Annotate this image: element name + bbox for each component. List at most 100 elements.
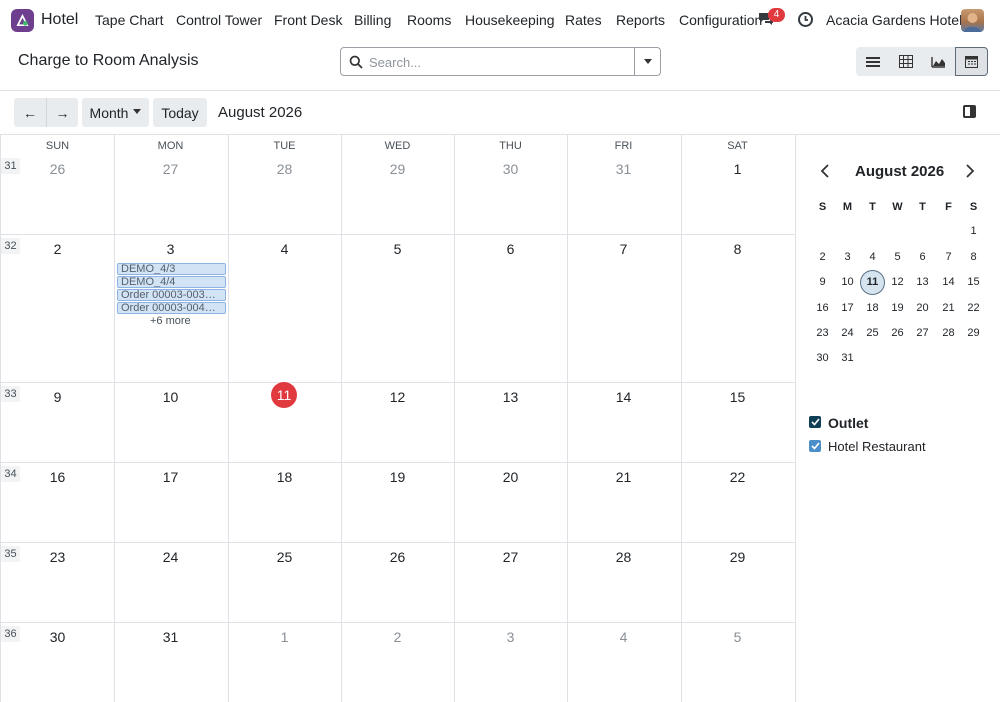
- day-number[interactable]: 16: [1, 469, 114, 485]
- menu-front-desk[interactable]: Front Desk: [274, 12, 342, 28]
- mini-day[interactable]: 27: [910, 327, 935, 339]
- mini-day[interactable]: 17: [835, 302, 860, 314]
- menu-billing[interactable]: Billing: [354, 12, 391, 28]
- mini-day[interactable]: 25: [860, 327, 885, 339]
- graph-view-button[interactable]: [922, 47, 955, 76]
- mini-day[interactable]: 26: [885, 327, 910, 339]
- day-number[interactable]: 3: [454, 629, 567, 645]
- filter-outlet-checkbox[interactable]: [809, 416, 821, 428]
- day-number[interactable]: 30: [454, 161, 567, 177]
- search-options-toggle[interactable]: [634, 48, 660, 75]
- day-number[interactable]: 19: [341, 469, 454, 485]
- mini-day[interactable]: 20: [910, 302, 935, 314]
- day-number[interactable]: 28: [567, 549, 680, 565]
- mini-day[interactable]: 29: [961, 327, 986, 339]
- search-input[interactable]: [369, 53, 629, 71]
- activity-clock-icon[interactable]: [797, 11, 814, 28]
- mini-day[interactable]: 11: [860, 276, 885, 288]
- day-number[interactable]: 13: [454, 389, 567, 405]
- day-number[interactable]: 18: [228, 469, 341, 485]
- mini-day[interactable]: 2: [810, 251, 835, 263]
- day-number[interactable]: 22: [681, 469, 794, 485]
- day-number[interactable]: 26: [341, 549, 454, 565]
- day-number[interactable]: 6: [454, 241, 567, 257]
- day-number[interactable]: 4: [228, 241, 341, 257]
- day-number[interactable]: 25: [228, 549, 341, 565]
- mini-day[interactable]: 5: [885, 251, 910, 263]
- day-number[interactable]: 27: [114, 161, 227, 177]
- company-switcher[interactable]: Acacia Gardens Hotel: [826, 12, 962, 28]
- event-order-003[interactable]: Order 00003-003…: [117, 289, 226, 301]
- day-number[interactable]: 24: [114, 549, 227, 565]
- mini-day[interactable]: 10: [835, 276, 860, 288]
- event-order-004[interactable]: Order 00003-004…: [117, 302, 226, 314]
- calendar-view-button[interactable]: [955, 47, 988, 76]
- menu-rates[interactable]: Rates: [565, 12, 602, 28]
- mini-day[interactable]: 19: [885, 302, 910, 314]
- day-number[interactable]: 30: [1, 629, 114, 645]
- day-number[interactable]: 7: [567, 241, 680, 257]
- user-avatar[interactable]: [961, 9, 984, 32]
- list-view-button[interactable]: [856, 47, 889, 76]
- day-number[interactable]: 1: [228, 629, 341, 645]
- mini-day[interactable]: 6: [910, 251, 935, 263]
- day-number[interactable]: 3: [114, 241, 227, 257]
- day-number[interactable]: 20: [454, 469, 567, 485]
- previous-button[interactable]: ←: [14, 98, 46, 127]
- app-logo-icon[interactable]: [11, 9, 34, 32]
- day-number[interactable]: 21: [567, 469, 680, 485]
- day-number[interactable]: 28: [228, 161, 341, 177]
- day-number[interactable]: 29: [681, 549, 794, 565]
- menu-housekeeping[interactable]: Housekeeping: [465, 12, 555, 28]
- mini-day[interactable]: 28: [936, 327, 961, 339]
- day-number[interactable]: 1: [681, 161, 794, 177]
- day-number[interactable]: 27: [454, 549, 567, 565]
- mini-prev-month-icon[interactable]: [819, 164, 833, 178]
- mini-day[interactable]: 16: [810, 302, 835, 314]
- menu-reports[interactable]: Reports: [616, 12, 665, 28]
- day-number[interactable]: 10: [114, 389, 227, 405]
- mini-day[interactable]: 23: [810, 327, 835, 339]
- mini-day[interactable]: 14: [936, 276, 961, 288]
- day-number[interactable]: 2: [1, 241, 114, 257]
- day-number[interactable]: 26: [1, 161, 114, 177]
- filter-item-hotel-restaurant[interactable]: Hotel Restaurant: [828, 439, 926, 454]
- day-number[interactable]: 5: [341, 241, 454, 257]
- mini-day[interactable]: 7: [936, 251, 961, 263]
- mini-day[interactable]: 22: [961, 302, 986, 314]
- app-name[interactable]: Hotel: [41, 11, 78, 29]
- day-number[interactable]: 8: [681, 241, 794, 257]
- filter-hotel-restaurant-checkbox[interactable]: [809, 440, 821, 452]
- day-number[interactable]: 2: [341, 629, 454, 645]
- day-number[interactable]: 4: [567, 629, 680, 645]
- day-number[interactable]: 29: [341, 161, 454, 177]
- mini-day[interactable]: 18: [860, 302, 885, 314]
- sidebar-toggle-icon[interactable]: [963, 105, 976, 118]
- mini-day[interactable]: 12: [885, 276, 910, 288]
- event-demo-4-3[interactable]: DEMO_4/3: [117, 263, 226, 275]
- mini-day[interactable]: 30: [810, 352, 835, 364]
- menu-tape-chart[interactable]: Tape Chart: [95, 12, 163, 28]
- mini-day[interactable]: 15: [961, 276, 986, 288]
- today-button[interactable]: Today: [153, 98, 207, 127]
- day-number[interactable]: 12: [341, 389, 454, 405]
- today-day-number[interactable]: 11: [271, 382, 297, 408]
- mini-day[interactable]: 3: [835, 251, 860, 263]
- mini-day[interactable]: 13: [910, 276, 935, 288]
- pivot-view-button[interactable]: [889, 47, 922, 76]
- day-number[interactable]: 17: [114, 469, 227, 485]
- menu-rooms[interactable]: Rooms: [407, 12, 451, 28]
- more-events-link[interactable]: +6 more: [150, 315, 191, 327]
- day-number[interactable]: 9: [1, 389, 114, 405]
- menu-control-tower[interactable]: Control Tower: [176, 12, 262, 28]
- mini-next-month-icon[interactable]: [964, 164, 978, 178]
- day-number[interactable]: 31: [114, 629, 227, 645]
- day-number[interactable]: 23: [1, 549, 114, 565]
- day-number[interactable]: 15: [681, 389, 794, 405]
- mini-day[interactable]: 31: [835, 352, 860, 364]
- mini-day[interactable]: 1: [961, 225, 986, 237]
- mini-day[interactable]: 24: [835, 327, 860, 339]
- menu-configuration[interactable]: Configuration: [679, 12, 762, 28]
- mini-day[interactable]: 8: [961, 251, 986, 263]
- mini-day[interactable]: 4: [860, 251, 885, 263]
